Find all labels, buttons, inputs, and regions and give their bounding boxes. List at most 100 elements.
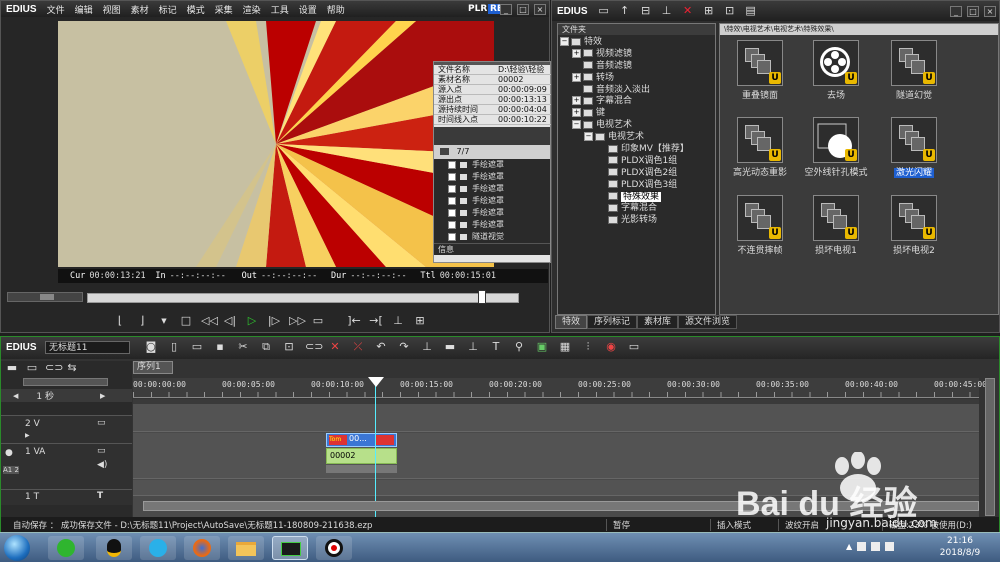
track-lane-2v[interactable] bbox=[133, 404, 979, 432]
close-icon[interactable]: × bbox=[534, 3, 546, 15]
tree-item[interactable]: − 电视艺术 bbox=[558, 120, 715, 132]
taskbar-app-360[interactable] bbox=[48, 536, 84, 560]
export-icon[interactable]: ⊞ bbox=[413, 315, 427, 327]
effect-thumb[interactable]: U bbox=[813, 195, 859, 241]
track-lane-1t[interactable] bbox=[133, 480, 979, 496]
start-button[interactable] bbox=[4, 535, 30, 561]
link-icon[interactable]: ⊂⊃ bbox=[305, 341, 323, 353]
insert-icon[interactable]: ]← bbox=[347, 315, 361, 327]
track-expand-icon[interactable]: ▶ bbox=[25, 432, 30, 439]
effect-thumb[interactable]: U bbox=[891, 195, 937, 241]
vertical-scrollbar[interactable] bbox=[985, 378, 995, 516]
snap-icon[interactable]: ⊥ bbox=[466, 341, 480, 353]
menu-edit[interactable]: 编辑 bbox=[70, 3, 98, 16]
step-back-icon[interactable]: ◁| bbox=[223, 315, 237, 327]
effect-thumb[interactable]: U bbox=[891, 40, 937, 86]
copy-icon[interactable]: ⧉ bbox=[259, 341, 273, 353]
sync-icon[interactable]: ⇆ bbox=[65, 362, 79, 374]
menu-marker[interactable]: 标记 bbox=[154, 3, 182, 16]
tree-item[interactable]: PLDX调色1组 bbox=[558, 156, 715, 168]
dropdown-icon[interactable]: ▼ bbox=[157, 315, 171, 327]
playhead-handle[interactable] bbox=[478, 290, 486, 304]
playhead-marker-icon[interactable] bbox=[368, 377, 384, 387]
view-icon[interactable]: ⊞ bbox=[702, 5, 716, 17]
tree-item[interactable]: PLDX调色2组 bbox=[558, 168, 715, 180]
effect-row[interactable]: 隧道视觉 bbox=[448, 231, 550, 243]
tray-icons[interactable]: ▲ bbox=[846, 542, 920, 554]
link-icon[interactable]: ⊂⊃ bbox=[45, 362, 63, 374]
tray-arrow-icon[interactable]: ▲ bbox=[846, 542, 852, 554]
checkbox-icon[interactable] bbox=[448, 220, 456, 229]
menu-tools[interactable]: 工具 bbox=[266, 3, 294, 16]
fast-forward-icon[interactable]: ▷▷ bbox=[289, 315, 306, 327]
new-icon[interactable]: ▯ bbox=[167, 341, 181, 353]
menu-render[interactable]: 渲染 bbox=[238, 3, 266, 16]
track-header-1va[interactable]: ● 1 VA ▭ ◀) A1 2 bbox=[1, 443, 132, 489]
scale-left-icon[interactable]: ◀ bbox=[13, 392, 18, 400]
scale-right-icon[interactable]: ▶ bbox=[100, 392, 105, 400]
tree-item[interactable]: + 键 bbox=[558, 108, 715, 120]
sort-icon[interactable]: ⊡ bbox=[723, 5, 737, 17]
play-icon[interactable]: ▷ bbox=[245, 315, 259, 327]
sequence-tab[interactable]: 序列1 bbox=[133, 361, 173, 374]
menu-mode[interactable]: 模式 bbox=[182, 3, 210, 16]
effect-thumb[interactable]: U bbox=[737, 117, 783, 163]
tab-effects[interactable]: 特效 bbox=[555, 315, 588, 329]
track-lock-icon[interactable]: ● bbox=[5, 448, 13, 458]
tree-item[interactable]: 音频滤镜 bbox=[558, 61, 715, 73]
expand-icon[interactable]: + bbox=[572, 72, 581, 82]
track-area[interactable]: Tom 00... 00002 bbox=[133, 377, 979, 517]
folder-icon[interactable]: ▭ bbox=[597, 5, 611, 17]
paste-icon[interactable]: ⊡ bbox=[282, 341, 296, 353]
speaker-icon[interactable]: ◀) bbox=[97, 460, 107, 470]
record-icon[interactable]: ◉ bbox=[604, 341, 618, 353]
mark-out-icon[interactable]: ⌋ bbox=[135, 315, 149, 327]
track-icon[interactable]: ▬ bbox=[443, 341, 457, 353]
maximize-icon[interactable]: □ bbox=[967, 5, 979, 17]
maximize-icon[interactable]: □ bbox=[517, 3, 529, 15]
trim-icon[interactable]: ⊥ bbox=[391, 315, 405, 327]
tree-item[interactable]: − 特效 bbox=[558, 37, 715, 49]
tree-item[interactable]: 字幕混合 bbox=[558, 203, 715, 215]
open-icon[interactable]: ▭ bbox=[190, 341, 204, 353]
tab-sequence-markers[interactable]: 序列标记 bbox=[587, 315, 638, 329]
collapse-icon[interactable]: − bbox=[560, 37, 569, 46]
tree-item[interactable]: 光影转场 bbox=[558, 215, 715, 227]
minimize-icon[interactable]: _ bbox=[500, 3, 512, 15]
plr-label[interactable]: PLR bbox=[468, 4, 487, 14]
tab-source-browser[interactable]: 源文件浏览 bbox=[678, 315, 738, 329]
track-header-2v[interactable]: 2 V ▭ ▶ bbox=[1, 415, 132, 443]
info-tab[interactable]: 信息 bbox=[438, 245, 454, 254]
tree-item[interactable]: 音频淡入淡出 bbox=[558, 85, 715, 97]
checkbox-icon[interactable] bbox=[448, 172, 456, 181]
tab-bin[interactable]: 素材库 bbox=[637, 315, 679, 329]
close-icon[interactable]: × bbox=[984, 5, 996, 17]
menu-settings[interactable]: 设置 bbox=[294, 3, 322, 16]
taskbar-app-firefox[interactable] bbox=[184, 536, 220, 560]
effect-thumb[interactable]: U bbox=[737, 195, 783, 241]
delete-icon[interactable]: ✕ bbox=[328, 341, 342, 353]
track-monitor-icon[interactable]: ▭ bbox=[97, 418, 106, 428]
menu-clip[interactable]: 素材 bbox=[126, 3, 154, 16]
taskbar-app-recorder[interactable] bbox=[316, 536, 352, 560]
track-icon[interactable]: ▭ bbox=[25, 362, 39, 374]
menu-capture[interactable]: 采集 bbox=[210, 3, 238, 16]
camera-icon[interactable]: ◙ bbox=[144, 341, 158, 353]
taskbar-app-media[interactable] bbox=[140, 536, 176, 560]
taskbar-app-qq[interactable] bbox=[96, 536, 132, 560]
tree-item[interactable]: 印象MV【推荐】 bbox=[558, 144, 715, 156]
layout-icon[interactable]: ▭ bbox=[627, 341, 641, 353]
settings-icon[interactable]: ▤ bbox=[744, 5, 758, 17]
track-lane-1va[interactable] bbox=[133, 433, 979, 479]
track-header-1t[interactable]: 1 T T bbox=[1, 489, 132, 505]
redo-icon[interactable]: ↷ bbox=[397, 341, 411, 353]
checkbox-icon[interactable] bbox=[448, 184, 456, 193]
title-icon[interactable]: T bbox=[489, 341, 503, 353]
mic-icon[interactable]: ⚲ bbox=[512, 341, 526, 353]
grid-icon[interactable]: ▦ bbox=[558, 341, 572, 353]
tray-volume-icon[interactable] bbox=[885, 542, 895, 551]
tray-network-icon[interactable] bbox=[871, 542, 881, 551]
checkbox-icon[interactable] bbox=[448, 160, 456, 169]
tree-item[interactable]: + 字幕混合 bbox=[558, 96, 715, 108]
timeline-scrollbar[interactable] bbox=[143, 501, 979, 511]
